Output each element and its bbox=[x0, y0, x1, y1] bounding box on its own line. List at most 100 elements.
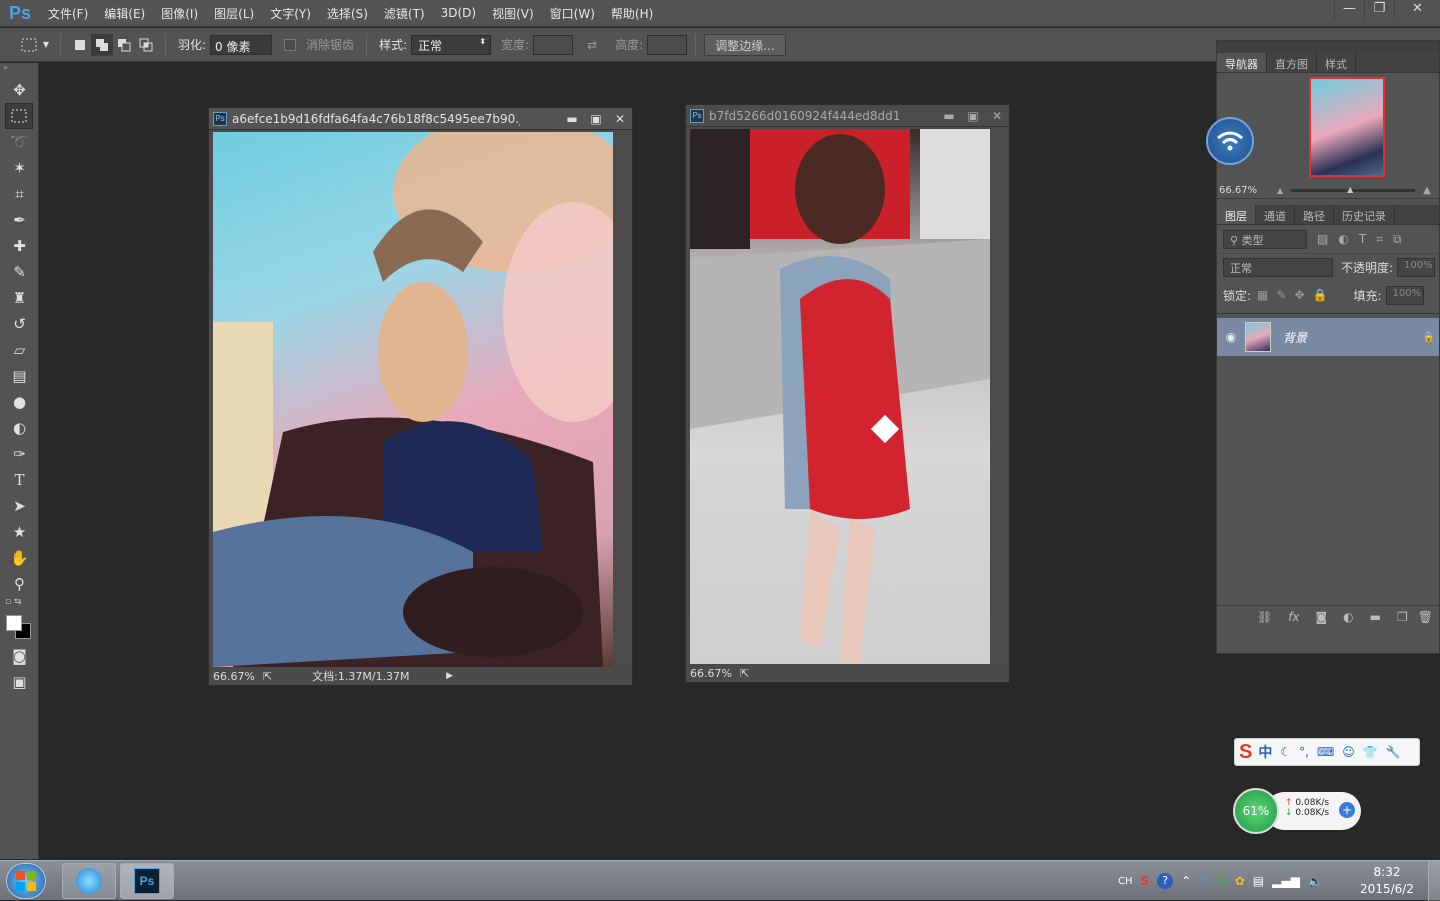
volume-icon[interactable]: 🔈 bbox=[1308, 874, 1323, 888]
lock-pixels-icon[interactable]: ✎ bbox=[1276, 288, 1286, 302]
eraser-tool-icon[interactable]: ▱ bbox=[0, 337, 39, 363]
lock-transparent-icon[interactable]: ▦ bbox=[1257, 288, 1268, 302]
delete-layer-icon[interactable]: 🗑 bbox=[1418, 610, 1433, 624]
tab-layers[interactable]: 图层 bbox=[1217, 205, 1256, 224]
pen-tool-icon[interactable]: ✑ bbox=[0, 441, 39, 467]
add-mask-icon[interactable]: ◙ bbox=[1316, 610, 1328, 624]
taskbar-photoshop-button[interactable]: Ps bbox=[120, 863, 174, 899]
menu-file[interactable]: 文件(F) bbox=[40, 5, 96, 22]
add-selection-icon[interactable] bbox=[91, 33, 113, 56]
new-selection-icon[interactable] bbox=[69, 34, 91, 56]
clone-stamp-tool-icon[interactable]: ♜ bbox=[0, 285, 39, 311]
feather-input[interactable]: 0 像素 bbox=[210, 34, 273, 55]
doc-zoom[interactable]: 66.67% bbox=[213, 670, 255, 683]
quick-mask-icon[interactable]: ◙ bbox=[0, 643, 39, 669]
show-desktop-button[interactable] bbox=[1428, 861, 1440, 901]
filter-adjustment-icon[interactable]: ◐ bbox=[1338, 232, 1348, 246]
network-tray-icon[interactable]: ▤ bbox=[1253, 874, 1264, 888]
help-icon[interactable]: ? bbox=[1157, 873, 1174, 889]
crop-tool-icon[interactable]: ⌗ bbox=[0, 181, 39, 207]
ime-language[interactable]: 中 bbox=[1258, 742, 1272, 762]
shape-tool-icon[interactable]: ★ bbox=[0, 519, 39, 545]
menu-image[interactable]: 图像(I) bbox=[153, 5, 206, 22]
intersect-selection-icon[interactable] bbox=[135, 34, 157, 56]
adjustment-layer-icon[interactable]: ◐ bbox=[1343, 610, 1353, 624]
punctuation-icon[interactable]: °, bbox=[1299, 745, 1309, 759]
taskbar-browser-button[interactable] bbox=[62, 863, 116, 899]
magic-wand-tool-icon[interactable]: ✶ bbox=[0, 155, 39, 181]
antialias-checkbox[interactable] bbox=[284, 38, 297, 51]
keyboard-icon[interactable]: ⌨ bbox=[1317, 745, 1334, 759]
menu-filter[interactable]: 滤镜(T) bbox=[376, 5, 433, 22]
tab-channels[interactable]: 通道 bbox=[1256, 205, 1295, 224]
doc-minimize-icon[interactable]: ▬ bbox=[560, 112, 584, 126]
default-colors-icon[interactable]: ▫ ⇆ bbox=[0, 597, 38, 613]
layer-style-fx-icon[interactable]: fx bbox=[1288, 610, 1299, 624]
user-icon[interactable]: ☺ bbox=[1342, 745, 1355, 759]
doc-close-icon[interactable]: ✕ bbox=[985, 109, 1009, 123]
close-icon[interactable]: ✕ bbox=[1394, 0, 1440, 20]
tab-histogram[interactable]: 直方图 bbox=[1267, 53, 1317, 72]
doc-maximize-icon[interactable]: ▣ bbox=[584, 112, 608, 126]
zoom-tool-icon[interactable]: ⚲ bbox=[0, 571, 39, 597]
type-tool-icon[interactable]: T bbox=[0, 467, 39, 493]
tab-paths[interactable]: 路径 bbox=[1295, 205, 1334, 224]
document-window-2[interactable]: Ps b7fd5266d0160924f444ed8dd1... ▬ ▣ ✕ 6… bbox=[685, 104, 1010, 683]
zoom-out-icon[interactable]: ▲ bbox=[1277, 186, 1283, 195]
panel-grip[interactable]: » bbox=[0, 63, 38, 77]
export-icon[interactable]: ⇱ bbox=[263, 670, 272, 683]
blend-mode-select[interactable]: 正常 bbox=[1223, 258, 1333, 277]
document-window-1[interactable]: Ps a6efce1b9d16fdfa64fa4c76b18f8c5495ee7… bbox=[208, 107, 633, 686]
document-title-bar[interactable]: Ps b7fd5266d0160924f444ed8dd1... ▬ ▣ ✕ bbox=[686, 105, 1009, 127]
history-brush-tool-icon[interactable]: ↺ bbox=[0, 311, 39, 337]
eye-icon[interactable]: ◉ bbox=[1217, 330, 1245, 344]
screen-mode-icon[interactable]: ▣ bbox=[0, 669, 39, 695]
lock-position-icon[interactable]: ✥ bbox=[1294, 288, 1304, 302]
menu-help[interactable]: 帮助(H) bbox=[603, 5, 661, 22]
zoom-slider[interactable]: ▲ bbox=[1291, 185, 1416, 194]
swap-icon[interactable]: ⇄ bbox=[581, 34, 603, 56]
marquee-tool-icon[interactable] bbox=[5, 103, 33, 129]
filter-smart-icon[interactable]: ⧉ bbox=[1393, 232, 1402, 247]
filter-pixel-icon[interactable]: ▨ bbox=[1317, 232, 1328, 246]
plus-icon[interactable]: + bbox=[1339, 802, 1355, 818]
clock[interactable]: 8:32 2015/6/2 bbox=[1352, 864, 1422, 898]
zoom-slider-handle[interactable]: ▲ bbox=[1347, 185, 1353, 194]
dodge-tool-icon[interactable]: ◐ bbox=[0, 415, 39, 441]
document-canvas-photo[interactable] bbox=[213, 132, 613, 667]
export-icon[interactable]: ⇱ bbox=[740, 667, 749, 680]
new-layer-icon[interactable]: ❐ bbox=[1397, 610, 1408, 624]
height-input[interactable] bbox=[647, 34, 688, 55]
healing-brush-tool-icon[interactable]: ✚ bbox=[0, 233, 39, 259]
opacity-input[interactable]: 100% bbox=[1397, 258, 1436, 277]
blur-tool-icon[interactable]: ● bbox=[0, 389, 39, 415]
document-title-bar[interactable]: Ps a6efce1b9d16fdfa64fa4c76b18f8c5495ee7… bbox=[209, 108, 632, 130]
skin-icon[interactable]: 👕 bbox=[1363, 745, 1378, 759]
doc-zoom[interactable]: 66.67% bbox=[690, 667, 732, 680]
tool-preset-dropdown-icon[interactable]: ▼ bbox=[40, 34, 52, 56]
style-select[interactable]: 正常 ⬍ bbox=[411, 34, 492, 55]
filter-shape-icon[interactable]: ⌗ bbox=[1376, 232, 1383, 247]
sogou-tray-icon[interactable]: S bbox=[1141, 874, 1150, 888]
lock-all-icon[interactable]: 🔒 bbox=[1313, 288, 1328, 302]
navigator-zoom[interactable]: 66.67% bbox=[1217, 185, 1277, 196]
network-speed-widget[interactable]: 61% ↑ 0.08K/s ↓ 0.08K/s + bbox=[1233, 788, 1361, 834]
eyedropper-tool-icon[interactable]: ✒ bbox=[0, 207, 39, 233]
rect-marquee-icon[interactable] bbox=[18, 34, 40, 56]
refine-edge-button[interactable]: 调整边缘... bbox=[704, 33, 786, 56]
menu-view[interactable]: 视图(V) bbox=[484, 5, 542, 22]
signal-icon[interactable]: ▂▄▆ bbox=[1272, 874, 1300, 888]
subtract-selection-icon[interactable] bbox=[113, 34, 135, 56]
color-swatches[interactable] bbox=[0, 613, 38, 643]
new-group-icon[interactable]: ▬ bbox=[1370, 610, 1381, 624]
gradient-tool-icon[interactable]: ▤ bbox=[0, 363, 39, 389]
foreground-color-swatch[interactable] bbox=[6, 615, 22, 631]
tab-history[interactable]: 历史记录 bbox=[1334, 205, 1395, 224]
zoom-in-icon[interactable]: ▲ bbox=[1423, 185, 1431, 196]
brush-tool-icon[interactable]: ✎ bbox=[0, 259, 39, 285]
path-selection-tool-icon[interactable]: ➤ bbox=[0, 493, 39, 519]
menu-window[interactable]: 窗口(W) bbox=[542, 5, 603, 22]
tray-expand-icon[interactable]: ⌃ bbox=[1181, 874, 1191, 888]
minimize-icon[interactable]: — bbox=[1334, 0, 1364, 20]
wrench-icon[interactable]: 🔧 bbox=[1386, 745, 1401, 759]
